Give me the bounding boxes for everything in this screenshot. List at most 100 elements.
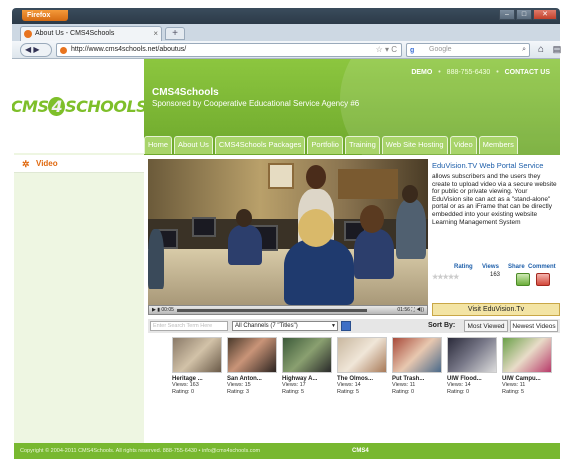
thumbnail-views: Views: 163 [172,382,199,388]
phone-number: 888-755-6430 [446,69,491,76]
share-label: Share [508,264,525,270]
site-identity-icon [60,47,67,54]
thumbnail-image[interactable] [502,337,552,373]
menu-item-home[interactable]: Home [144,136,173,154]
sidebar-item-video[interactable]: ✲ Video [14,155,144,173]
rating-stars-icon[interactable]: ★★★★★ [432,273,459,281]
gear-icon: ✲ [22,159,30,169]
tab-strip: About Us - CMS4Schools × + [12,24,560,41]
thumbnail-rating: Rating: 3 [227,389,250,395]
video-controls[interactable]: ▶ ▮ 00:05 01:56 ⛶ ◀)) [148,305,428,315]
menu-item-portfolio[interactable]: Portfolio [307,136,343,154]
visit-eduvision-button[interactable]: Visit EduVision.Tv [432,303,560,316]
thumbnail-views: Views: 11 [502,382,526,388]
menu-icon[interactable]: ▤ [550,43,564,57]
minimize-icon[interactable]: – [499,9,515,20]
fullscreen-icon[interactable]: ⛶ [411,307,415,313]
video-player[interactable] [148,159,428,305]
rating-label: Rating [454,264,473,270]
bookmark-star-icon[interactable]: ☆ ▾ C [376,44,397,56]
video-current-time: 00:05 [161,307,174,313]
menu-item-about-us[interactable]: About Us [174,136,213,154]
site-footer: Copyright © 2004-2011 CMS4Schools. All r… [14,443,560,459]
thumbnail-image[interactable] [172,337,222,373]
firefox-menu-button[interactable]: Firefox [22,10,68,21]
thumbnail-image[interactable] [282,337,332,373]
site-favicon-icon [24,30,32,38]
video-frame-head [298,209,334,247]
thumbnail-views: Views: 15 [227,382,251,388]
search-icon[interactable]: ⌕ [522,44,526,56]
video-thumbnail[interactable]: UIW Flood... Views: 14 Rating: 0 [447,337,498,417]
share-icon[interactable] [516,273,530,286]
separator-dot: • [438,69,441,76]
play-pause-icon[interactable]: ▶ ▮ [152,307,160,313]
menu-item-hosting[interactable]: Web Site Hosting [381,136,448,154]
video-frame-shelf [338,169,398,199]
video-thumbnail[interactable]: Put Trash... Views: 11 Rating: 0 [392,337,443,417]
sort-most-viewed-button[interactable]: Most Viewed [464,320,508,332]
sidebar-item-label: Video [36,159,58,168]
views-value: 163 [490,272,501,278]
video-filter-bar: Enter Search Term Here All Channels (7 "… [148,319,560,333]
views-label: Views [482,264,499,270]
tab-close-icon[interactable]: × [153,27,158,41]
search-go-button[interactable] [341,321,351,331]
thumbnail-rating: Rating: 5 [502,389,525,395]
video-thumbnail[interactable]: The Olmos... Views: 14 Rating: 5 [337,337,388,417]
thumbnail-rating: Rating: 0 [172,389,195,395]
video-thumbnail[interactable]: Heritage ... Views: 163 Rating: 0 [172,337,223,417]
video-thumbnail[interactable]: Highway A... Views: 17 Rating: 5 [282,337,333,417]
thumbnail-image[interactable] [227,337,277,373]
window-titlebar [12,8,560,24]
logo-area[interactable]: CMS 4 SCHOOLS [12,59,148,153]
video-frame-student [148,229,164,289]
video-player-right-controls: 01:56 ⛶ ◀)) [397,306,424,314]
search-box[interactable]: g Google ⌕ [406,43,530,57]
video-frame-student [228,225,262,265]
video-search-input[interactable]: Enter Search Term Here [150,321,228,331]
menu-item-training[interactable]: Training [344,136,380,154]
menu-item-packages[interactable]: CMS4Schools Packages [214,136,306,154]
menu-item-members[interactable]: Members [478,136,518,154]
maximize-icon[interactable]: □ [516,9,532,20]
thumbnail-views: Views: 14 [447,382,471,388]
footer-logo[interactable]: CMS4 [352,443,369,459]
site-logo[interactable]: CMS 4 SCHOOLS [12,96,148,116]
thumbnail-rating: Rating: 0 [447,389,470,395]
volume-icon[interactable]: ◀)) [416,307,424,313]
sort-newest-videos-button[interactable]: Newest Videos [510,320,558,332]
menu-item-video[interactable]: Video [449,136,477,154]
thumbnail-image[interactable] [447,337,497,373]
new-tab-button[interactable]: + [165,27,185,40]
home-icon[interactable]: ⌂ [534,43,548,57]
back-forward-buttons[interactable]: ◀ ▶ [20,43,52,57]
browser-tab[interactable]: About Us - CMS4Schools × [20,26,162,41]
video-frame-monitor [192,217,216,237]
demo-link[interactable]: DEMO [411,69,432,76]
video-seek-bar[interactable] [177,309,367,312]
video-info-title[interactable]: EduVision.TV Web Portal Service [432,161,558,170]
site-title: CMS4Schools [152,87,219,98]
logo-text-cms: CMS [12,96,49,116]
video-frame-student [354,229,394,279]
close-icon[interactable]: ✕ [533,9,557,20]
comment-label: Comment [528,264,556,270]
google-icon: g [410,47,415,54]
video-frame-head [306,165,326,189]
contact-us-link[interactable]: CONTACT US [505,69,550,76]
channel-select[interactable]: All Channels (7 "Titles") ▼ [232,321,338,331]
video-thumbnail[interactable]: San Anton... Views: 15 Rating: 3 [227,337,278,417]
thumbnail-views: Views: 11 [392,382,416,388]
sort-by-label: Sort By: [428,322,456,329]
address-bar[interactable]: http://www.cms4schools.net/aboutus/ ☆ ▾ … [56,43,402,57]
navigation-bar: ◀ ▶ http://www.cms4schools.net/aboutus/ … [12,41,561,59]
tab-title: About Us - CMS4Schools [35,30,115,37]
channel-select-value: All Channels (7 "Titles") [235,323,298,329]
header-links: DEMO • 888-755-6430 • CONTACT US [411,69,550,76]
video-thumbnail[interactable]: UIW Campu... Views: 11 Rating: 5 [502,337,553,417]
comment-icon[interactable] [536,273,550,286]
thumbnail-image[interactable] [392,337,442,373]
thumbnail-image[interactable] [337,337,387,373]
window-controls: – □ ✕ [499,9,557,20]
